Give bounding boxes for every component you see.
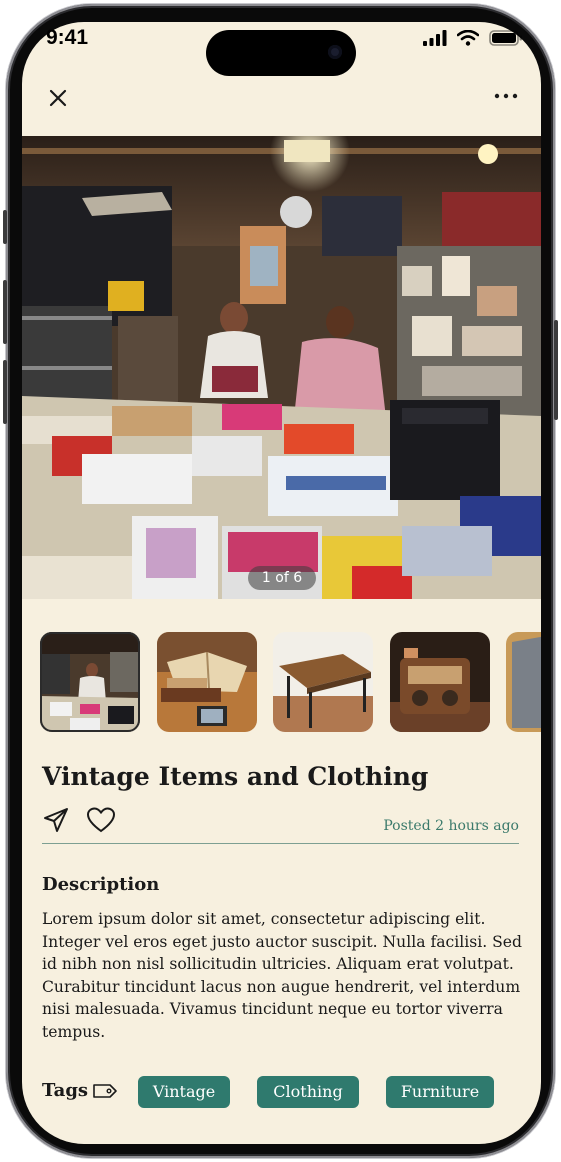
tag-clothing[interactable]: Clothing	[257, 1076, 359, 1108]
listing-actions	[42, 806, 116, 838]
thumbnail-clothing[interactable]	[506, 632, 541, 732]
divider	[42, 843, 519, 844]
listing-title: Vintage Items and Clothing	[42, 762, 429, 791]
dynamic-island	[206, 30, 356, 76]
status-time: 9:41	[46, 26, 89, 49]
power-button	[554, 320, 558, 420]
mute-switch	[3, 210, 7, 244]
close-icon[interactable]	[44, 84, 72, 112]
app-screen: 1 of 6 Vintage Items and Clothing Posted…	[22, 22, 541, 1144]
thumbnail-strip[interactable]	[40, 632, 541, 732]
description-text: Lorem ipsum dolor sit amet, consectetur …	[42, 910, 523, 1041]
battery-icon	[489, 30, 523, 50]
tag-furniture[interactable]: Furniture	[386, 1076, 494, 1108]
thumbnail-books[interactable]	[157, 632, 257, 732]
hero-image[interactable]: 1 of 6	[22, 136, 541, 599]
heart-icon[interactable]	[86, 806, 116, 838]
tags-row: Tags Vintage Clothing Furniture	[42, 1076, 522, 1110]
tags-label: Tags	[42, 1080, 89, 1101]
posted-time: Posted 2 hours ago	[383, 818, 519, 834]
volume-up-button	[3, 280, 7, 344]
camera-icon	[328, 45, 342, 59]
share-icon[interactable]	[42, 806, 70, 838]
thumbnail-garage-sale[interactable]	[40, 632, 140, 732]
image-counter: 1 of 6	[248, 566, 316, 590]
status-icons	[423, 29, 523, 50]
more-horizontal-icon[interactable]	[493, 80, 519, 110]
tag-icon	[92, 1082, 118, 1104]
description-heading: Description	[42, 874, 160, 895]
thumbnail-wooden-table[interactable]	[273, 632, 373, 732]
tag-vintage[interactable]: Vintage	[138, 1076, 230, 1108]
top-nav	[22, 80, 541, 120]
volume-down-button	[3, 360, 7, 424]
thumbnail-vintage-radio[interactable]	[390, 632, 490, 732]
cellular-signal-icon	[423, 30, 447, 50]
wifi-icon	[456, 29, 480, 50]
